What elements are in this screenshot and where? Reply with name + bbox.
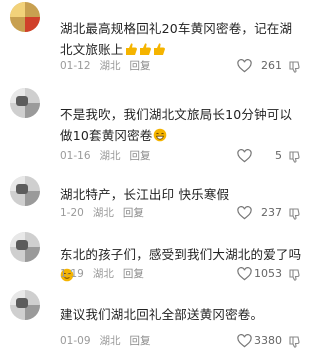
reply-button[interactable]: 回复 — [130, 148, 151, 164]
comment-date: 01-09 — [60, 335, 91, 347]
comment-meta: 1-20 湖北 回复 237 — [60, 205, 304, 221]
comment-item: 湖北特产，长江出印 快乐寒假 1-20 湖北 回复 237 — [0, 172, 318, 226]
avatar[interactable] — [10, 232, 40, 262]
comment-meta: 1-19 湖北 回复 1053 — [60, 266, 304, 282]
comment-text: 建议我们湖北回礼全部送黄冈密卷。 — [60, 307, 264, 322]
like-count: 5 — [275, 149, 282, 162]
reply-button[interactable]: 回复 — [123, 266, 144, 282]
comment-location: 湖北 — [92, 268, 114, 280]
dislike-icon[interactable] — [288, 268, 300, 281]
reply-button[interactable]: 回复 — [123, 205, 144, 221]
comment-item: 不是我吹，我们湖北文旅局长10分钟可以 做10套黄冈密卷 01-16 湖北 回复 5 — [0, 84, 318, 168]
comment-location: 湖北 — [99, 150, 121, 162]
comment-text: 湖北特产，长江出印 快乐寒假 — [60, 187, 230, 202]
comment-meta: 01-12 湖北 回复 261 — [60, 58, 304, 74]
reply-button[interactable]: 回复 — [130, 58, 151, 74]
heart-icon[interactable] — [237, 206, 252, 220]
avatar[interactable] — [10, 290, 40, 320]
comment-meta: 01-16 湖北 回复 5 — [60, 148, 304, 164]
comment-date: 01-12 — [60, 60, 91, 72]
comment-meta: 01-09 湖北 回复 3380 — [60, 333, 304, 349]
comment-item: 建议我们湖北回礼全部送黄冈密卷。 01-09 湖北 回复 3380 — [0, 288, 318, 355]
heart-icon[interactable] — [237, 267, 252, 281]
reply-button[interactable]: 回复 — [130, 333, 151, 349]
heart-icon[interactable] — [237, 59, 252, 73]
comment-date: 1-20 — [60, 207, 84, 219]
dislike-icon[interactable] — [288, 60, 300, 73]
comment-location: 湖北 — [99, 60, 121, 72]
dislike-icon[interactable] — [288, 335, 300, 348]
comment-item: 湖北最高规格回礼20车黄冈密卷，记在湖 北文旅账上 01-12 湖北 回复 261 — [0, 0, 318, 78]
heart-icon[interactable] — [237, 149, 252, 163]
grin-emoji-icon — [153, 127, 167, 148]
avatar[interactable] — [10, 88, 40, 118]
comment-location: 湖北 — [99, 335, 121, 347]
comment-location: 湖北 — [92, 207, 114, 219]
dislike-icon[interactable] — [288, 150, 300, 163]
like-count: 3380 — [254, 334, 282, 347]
comment-date: 01-16 — [60, 150, 91, 162]
comment-text: 湖北最高规格回礼20车黄冈密卷，记在湖 北文旅账上 — [60, 18, 304, 62]
comment-text: 不是我吹，我们湖北文旅局长10分钟可以 做10套黄冈密卷 — [60, 104, 304, 148]
dislike-icon[interactable] — [288, 207, 300, 220]
like-count: 261 — [261, 59, 282, 72]
heart-icon[interactable] — [237, 334, 252, 348]
like-count: 237 — [261, 206, 282, 219]
like-count: 1053 — [254, 267, 282, 280]
comment-item: 东北的孩子们，感受到我们大湖北的爱了吗 1-19 湖北 回复 1053 — [0, 230, 318, 286]
avatar[interactable] — [10, 2, 40, 32]
comment-date: 1-19 — [60, 268, 84, 280]
avatar[interactable] — [10, 176, 40, 206]
